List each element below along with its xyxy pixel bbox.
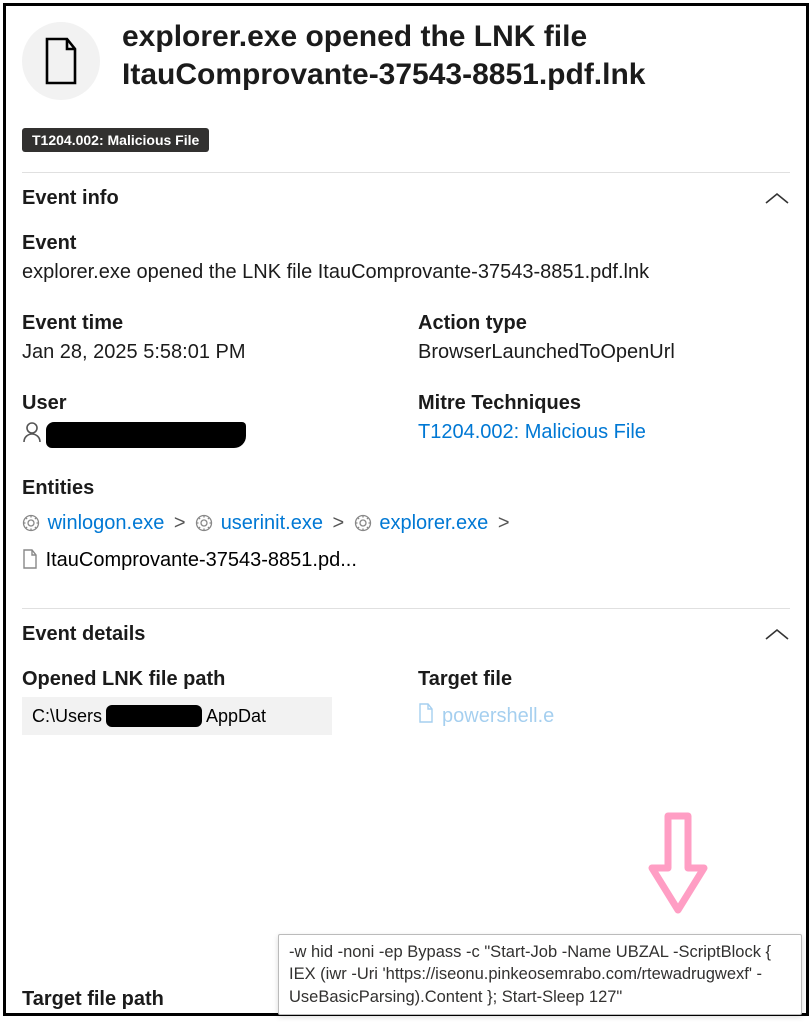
event-time-label: Event time	[22, 312, 394, 335]
section-event-info: Event info	[22, 187, 119, 210]
section-event-details: Event details	[22, 623, 145, 646]
event-time-value: Jan 28, 2025 5:58:01 PM	[22, 341, 394, 364]
mitre-tag[interactable]: T1204.002: Malicious File	[22, 128, 209, 152]
gear-icon	[22, 509, 40, 543]
entity-explorer[interactable]: explorer.exe	[379, 512, 488, 534]
lnk-path-suffix: AppDat	[206, 706, 266, 727]
target-file-link[interactable]: powershell.e	[418, 703, 554, 729]
entity-winlogon[interactable]: winlogon.exe	[48, 512, 165, 534]
action-type-value: BrowserLaunchedToOpenUrl	[418, 341, 790, 364]
page-title: explorer.exe opened the LNK file ItauCom…	[122, 18, 790, 93]
redacted-user	[46, 422, 246, 448]
target-file-label: Target file	[418, 668, 790, 691]
gear-icon	[195, 509, 213, 543]
entities-label: Entities	[22, 477, 790, 500]
user-value[interactable]	[22, 421, 394, 449]
chevron-up-icon[interactable]	[764, 191, 790, 207]
target-file-name: powershell.e	[442, 705, 554, 728]
lnk-path-prefix: C:\Users	[32, 706, 102, 727]
user-label: User	[22, 392, 394, 415]
redacted-path	[106, 705, 202, 727]
mitre-label: Mitre Techniques	[418, 392, 790, 415]
page-icon	[22, 546, 38, 580]
command-tooltip: -w hid -noni -ep Bypass -c "Start-Job -N…	[278, 934, 802, 1015]
action-type-label: Action type	[418, 312, 790, 335]
divider	[22, 172, 790, 173]
chevron-up-icon[interactable]	[764, 627, 790, 643]
mitre-link[interactable]: T1204.002: Malicious File	[418, 421, 790, 444]
entity-userinit[interactable]: userinit.exe	[221, 512, 323, 534]
file-icon	[22, 22, 100, 100]
lnk-path-value[interactable]: C:\Users AppDat	[22, 697, 332, 735]
annotation-arrow-icon	[646, 810, 710, 925]
page-icon	[418, 703, 434, 729]
divider	[22, 608, 790, 609]
entity-file[interactable]: ItauComprovante-37543-8851.pd...	[46, 549, 357, 571]
user-icon	[22, 421, 42, 449]
gear-icon	[354, 509, 372, 543]
event-label: Event	[22, 232, 790, 255]
event-description: explorer.exe opened the LNK file ItauCom…	[22, 261, 790, 284]
lnk-path-label: Opened LNK file path	[22, 668, 394, 691]
target-file-path-label: Target file path	[22, 988, 164, 1011]
